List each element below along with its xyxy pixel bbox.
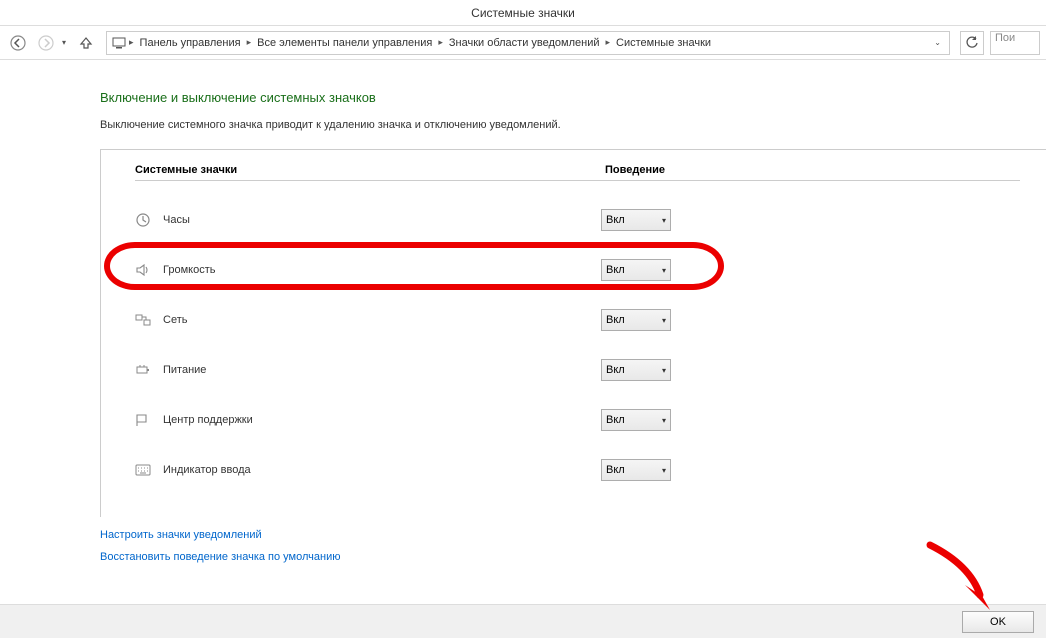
row-label: Часы xyxy=(163,214,601,226)
ok-button[interactable]: OK xyxy=(962,611,1034,633)
power-icon xyxy=(135,362,163,378)
breadcrumb-item[interactable]: Системные значки xyxy=(612,37,715,49)
forward-button[interactable] xyxy=(34,31,58,55)
page-subtext: Выключение системного значка приводит к … xyxy=(100,119,1046,131)
network-icon xyxy=(135,312,163,328)
column-header-icons: Системные значки xyxy=(135,164,605,176)
behavior-select[interactable]: Вкл▾ xyxy=(601,359,671,381)
behavior-select[interactable]: Вкл▾ xyxy=(601,409,671,431)
refresh-button[interactable] xyxy=(960,31,984,55)
history-dropdown[interactable]: ▾ xyxy=(62,38,66,47)
restore-default-link[interactable]: Восстановить поведение значка по умолчан… xyxy=(100,551,1046,563)
table-row: Индикатор ввода Вкл▾ xyxy=(135,445,1020,495)
page-heading: Включение и выключение системных значков xyxy=(100,90,1046,105)
address-bar[interactable]: ▸ Панель управления ▸ Все элементы панел… xyxy=(106,31,950,55)
breadcrumb-item[interactable]: Значки области уведомлений xyxy=(445,37,604,49)
breadcrumb-separator: ▸ xyxy=(606,37,611,48)
content-area: Включение и выключение системных значков… xyxy=(0,60,1046,563)
behavior-select[interactable]: Вкл▾ xyxy=(601,309,671,331)
action-center-icon xyxy=(135,412,163,428)
table-header: Системные значки Поведение xyxy=(135,164,1020,181)
row-label: Центр поддержки xyxy=(163,414,601,426)
behavior-select[interactable]: Вкл▾ xyxy=(601,209,671,231)
column-header-behavior: Поведение xyxy=(605,164,665,176)
footer-bar: OK xyxy=(0,604,1046,638)
volume-icon xyxy=(135,262,163,278)
breadcrumb-item[interactable]: Все элементы панели управления xyxy=(253,37,436,49)
links-area: Настроить значки уведомлений Восстановит… xyxy=(100,529,1046,563)
table-row: Центр поддержки Вкл▾ xyxy=(135,395,1020,445)
behavior-select[interactable]: Вкл▾ xyxy=(601,259,671,281)
search-input[interactable]: Пои xyxy=(990,31,1040,55)
control-panel-icon xyxy=(111,35,127,51)
row-label: Сеть xyxy=(163,314,601,326)
navigation-bar: ▾ ▸ Панель управления ▸ Все элементы пан… xyxy=(0,26,1046,60)
table-row: Питание Вкл▾ xyxy=(135,345,1020,395)
back-button[interactable] xyxy=(6,31,30,55)
table-row: Сеть Вкл▾ xyxy=(135,295,1020,345)
breadcrumb-separator: ▸ xyxy=(247,37,252,48)
table-row: Громкость Вкл▾ xyxy=(135,245,1020,295)
breadcrumb-item[interactable]: Панель управления xyxy=(136,37,245,49)
breadcrumb-separator: ▸ xyxy=(129,37,134,48)
up-button[interactable] xyxy=(74,31,98,55)
breadcrumb-separator: ▸ xyxy=(438,37,443,48)
row-label: Питание xyxy=(163,364,601,376)
customize-icons-link[interactable]: Настроить значки уведомлений xyxy=(100,529,1046,541)
table-row: Часы Вкл▾ xyxy=(135,195,1020,245)
input-indicator-icon xyxy=(135,464,163,476)
behavior-select[interactable]: Вкл▾ xyxy=(601,459,671,481)
settings-panel: Системные значки Поведение Часы Вкл▾ Гро… xyxy=(100,149,1046,517)
window-title: Системные значки xyxy=(0,0,1046,26)
clock-icon xyxy=(135,212,163,228)
address-dropdown[interactable]: ⌄ xyxy=(930,38,945,47)
row-label: Громкость xyxy=(163,264,601,276)
row-label: Индикатор ввода xyxy=(163,464,601,476)
